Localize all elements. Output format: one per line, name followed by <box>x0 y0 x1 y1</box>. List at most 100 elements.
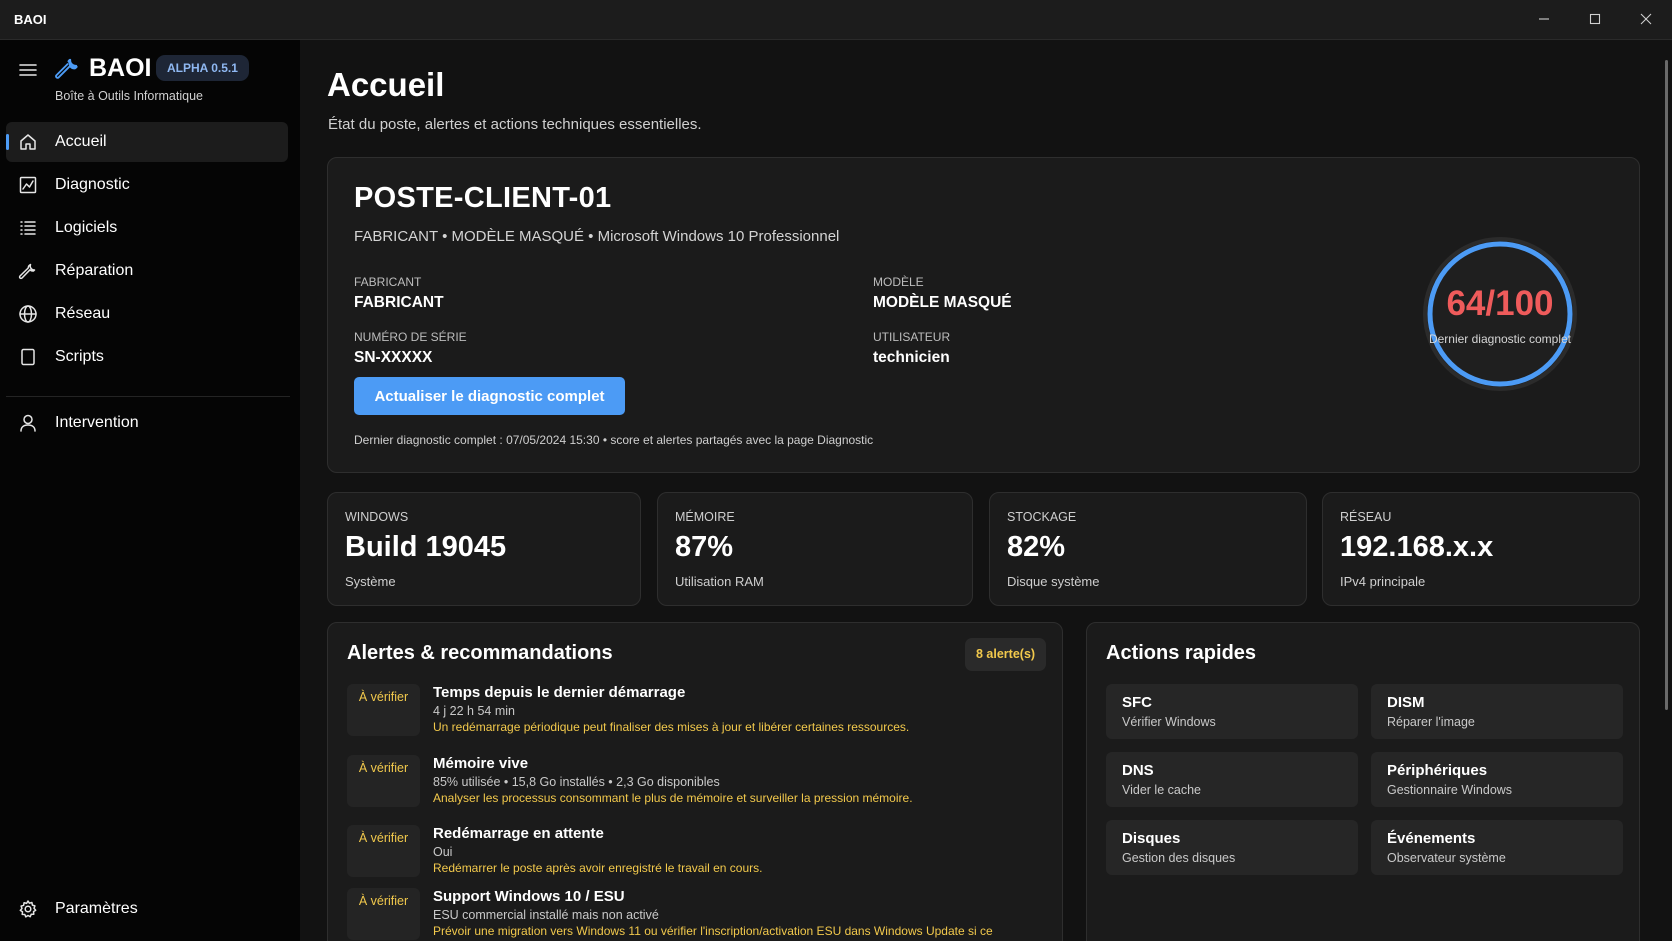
sidebar: BAOI ALPHA 0.5.1 Boîte à Outils Informat… <box>0 40 300 941</box>
action-title: Périphériques <box>1387 762 1488 779</box>
alerts-title: Alertes & recommandations <box>347 642 613 664</box>
last-diagnostic-note: Dernier diagnostic complet : 07/05/2024 … <box>354 433 874 447</box>
user-label: UTILISATEUR <box>873 330 951 344</box>
page-title: Accueil <box>327 66 445 103</box>
sidebar-item-reseau[interactable]: Réseau <box>6 294 288 334</box>
action-subtitle: Gestion des disques <box>1122 851 1236 865</box>
sidebar-item-label: Accueil <box>55 133 107 150</box>
action-title: SFC <box>1122 694 1152 711</box>
sidebar-item-parametres[interactable]: Paramètres <box>6 889 288 929</box>
alert-item[interactable]: À vérifier Support Windows 10 / ESU ESU … <box>347 888 1047 941</box>
alert-item[interactable]: À vérifier Mémoire vive 85% utilisée • 1… <box>347 755 1047 815</box>
manufacturer-value: FABRICANT <box>354 294 444 311</box>
sidebar-item-reparation[interactable]: Réparation <box>6 251 288 291</box>
stat-label: STOCKAGE <box>1007 510 1077 524</box>
sidebar-item-accueil[interactable]: Accueil <box>6 122 288 162</box>
action-sfc-button[interactable]: SFC Vérifier Windows <box>1106 684 1358 739</box>
action-subtitle: Vider le cache <box>1122 783 1201 797</box>
version-badge: ALPHA 0.5.1 <box>156 55 249 81</box>
page-subtitle: État du poste, alertes et actions techni… <box>328 116 702 133</box>
alert-advice: Un redémarrage périodique peut finaliser… <box>433 720 910 734</box>
list-icon <box>18 218 38 238</box>
minimize-button[interactable] <box>1524 6 1564 32</box>
sidebar-item-label: Paramètres <box>55 900 138 917</box>
action-dism-button[interactable]: DISM Réparer l'image <box>1371 684 1623 739</box>
sidebar-item-label: Diagnostic <box>55 176 130 193</box>
user-value: technicien <box>873 349 950 366</box>
refresh-diagnostic-button[interactable]: Actualiser le diagnostic complet <box>354 377 625 415</box>
stat-label: RÉSEAU <box>1340 510 1392 524</box>
sidebar-item-label: Intervention <box>55 414 139 431</box>
close-button[interactable] <box>1626 6 1666 32</box>
action-subtitle: Vérifier Windows <box>1122 715 1216 729</box>
health-score-label: Dernier diagnostic complet <box>1428 332 1572 346</box>
home-icon <box>18 132 38 152</box>
manufacturer-label: FABRICANT <box>354 275 422 289</box>
sidebar-divider <box>6 396 290 397</box>
alert-title: Temps depuis le dernier démarrage <box>433 684 686 701</box>
device-hostname: POSTE-CLIENT-01 <box>354 182 612 214</box>
action-peripheriques-button[interactable]: Périphériques Gestionnaire Windows <box>1371 752 1623 807</box>
stat-sub: Utilisation RAM <box>675 574 764 589</box>
action-subtitle: Observateur système <box>1387 851 1506 865</box>
chart-icon <box>18 175 38 195</box>
maximize-button[interactable] <box>1575 6 1615 32</box>
quick-actions-title: Actions rapides <box>1106 642 1257 664</box>
hamburger-icon <box>19 64 37 76</box>
stat-label: WINDOWS <box>345 510 409 524</box>
stat-value: 87% <box>675 531 734 563</box>
sidebar-item-label: Scripts <box>55 348 104 365</box>
action-title: Événements <box>1387 830 1476 847</box>
maximize-icon <box>1589 13 1601 25</box>
action-evenements-button[interactable]: Événements Observateur système <box>1371 820 1623 875</box>
alert-advice: Analyser les processus consommant le plu… <box>433 791 913 805</box>
action-dns-button[interactable]: DNS Vider le cache <box>1106 752 1358 807</box>
health-score-value: 64/100 <box>1446 284 1554 323</box>
person-icon <box>18 413 38 433</box>
alerts-count-badge: 8 alerte(s) <box>965 638 1047 671</box>
action-subtitle: Réparer l'image <box>1387 715 1475 729</box>
alert-advice: Prévoir une migration vers Windows 11 ou… <box>433 924 993 938</box>
scrollbar[interactable] <box>1665 60 1668 710</box>
device-card: POSTE-CLIENT-01 FABRICANT • MODÈLE MASQU… <box>327 157 1640 473</box>
device-summary: FABRICANT • MODÈLE MASQUÉ • Microsoft Wi… <box>354 228 840 245</box>
stat-card-stockage: STOCKAGE 82% Disque système <box>989 492 1307 606</box>
model-label: MODÈLE <box>873 275 924 289</box>
sidebar-item-intervention[interactable]: Intervention <box>6 403 288 443</box>
alert-item[interactable]: À vérifier Redémarrage en attente Oui Re… <box>347 825 1047 885</box>
action-disques-button[interactable]: Disques Gestion des disques <box>1106 820 1358 875</box>
stat-sub: Disque système <box>1007 574 1100 589</box>
stat-value: 192.168.x.x <box>1340 531 1494 563</box>
stat-value: Build 19045 <box>345 531 507 563</box>
stat-card-reseau: RÉSEAU 192.168.x.x IPv4 principale <box>1322 492 1640 606</box>
brand-subtitle: Boîte à Outils Informatique <box>55 89 203 103</box>
menu-toggle-button[interactable] <box>18 60 38 80</box>
health-score-gauge: 64/100 Dernier diagnostic complet <box>1420 234 1580 394</box>
stat-card-windows: WINDOWS Build 19045 Système <box>327 492 641 606</box>
sidebar-item-diagnostic[interactable]: Diagnostic <box>6 165 288 205</box>
wrench-icon <box>18 261 38 281</box>
minimize-icon <box>1539 18 1549 20</box>
alert-status-tag: À vérifier <box>347 684 420 736</box>
alert-item[interactable]: À vérifier Temps depuis le dernier démar… <box>347 684 1047 744</box>
sidebar-item-logiciels[interactable]: Logiciels <box>6 208 288 248</box>
alerts-panel: Alertes & recommandations 8 alerte(s) À … <box>327 622 1063 941</box>
brand-name: BAOI <box>89 54 152 82</box>
action-title: Disques <box>1122 830 1181 847</box>
alert-detail: Oui <box>433 845 453 859</box>
stat-sub: Système <box>345 574 396 589</box>
sidebar-item-scripts[interactable]: Scripts <box>6 337 288 377</box>
sidebar-item-label: Réparation <box>55 262 134 279</box>
serial-value: SN-XXXXX <box>354 349 433 366</box>
main-content: Accueil État du poste, alertes et action… <box>300 40 1672 941</box>
model-value: MODÈLE MASQUÉ <box>873 294 1012 311</box>
alert-advice: Redémarrer le poste après avoir enregist… <box>433 861 763 875</box>
wrench-logo-icon <box>54 56 80 87</box>
globe-icon <box>18 304 38 324</box>
window-title: BAOI <box>14 12 47 27</box>
action-title: DISM <box>1387 694 1425 711</box>
sidebar-item-label: Réseau <box>55 305 111 322</box>
alert-status-tag: À vérifier <box>347 825 420 877</box>
sidebar-item-label: Logiciels <box>55 219 118 236</box>
action-subtitle: Gestionnaire Windows <box>1387 783 1513 797</box>
